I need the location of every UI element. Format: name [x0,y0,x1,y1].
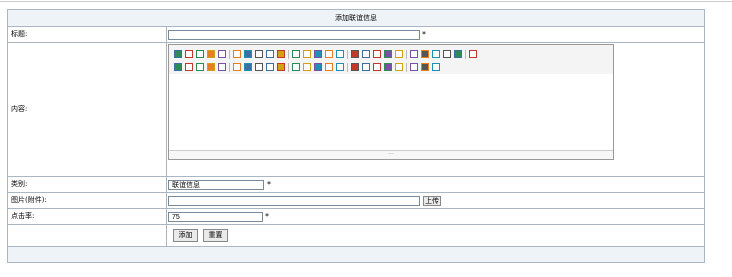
clicks-input[interactable] [168,212,263,222]
undo-icon[interactable] [185,50,193,58]
align-center-icon[interactable] [325,50,333,58]
template-icon[interactable] [233,50,241,58]
toolbar-row-1 [174,48,477,60]
source-icon[interactable] [174,50,182,58]
templates-icon[interactable] [244,50,252,58]
copy-icon[interactable] [266,50,274,58]
font-size-icon[interactable] [196,63,204,71]
editor-resize-bar[interactable]: ··· [169,150,613,159]
title-input[interactable] [168,30,420,40]
flash-icon[interactable] [314,63,322,71]
upload-button[interactable]: 上传 [423,196,441,206]
actions-label-cell [8,225,167,246]
cut-icon[interactable] [255,50,263,58]
paste-icon[interactable] [277,50,285,58]
clear-format-icon[interactable] [432,50,440,58]
align-right-icon[interactable] [336,50,344,58]
clicks-row: 点击率: * [8,209,704,225]
top-divider [0,1,732,7]
redo-icon[interactable] [196,50,204,58]
table-icon[interactable] [336,63,344,71]
heading-icon[interactable] [174,63,182,71]
cursor-icon[interactable] [454,50,462,58]
anchor-icon[interactable] [395,63,403,71]
strikethrough-icon[interactable] [266,63,274,71]
paste-text-icon[interactable] [292,50,300,58]
media-icon[interactable] [325,63,333,71]
subscript-icon[interactable] [410,50,418,58]
unordered-list-icon[interactable] [373,50,381,58]
required-mark: * [267,180,271,189]
font-color-icon[interactable] [207,63,215,71]
pagebreak-icon[interactable] [384,63,392,71]
content-label: 内容: [8,43,167,176]
add-button[interactable]: 添加 [173,229,198,242]
toolbar-separator [406,62,407,72]
category-label: 类别: [8,177,167,192]
outdent-icon[interactable] [395,50,403,58]
about-icon[interactable] [432,63,440,71]
hr-icon[interactable] [351,63,359,71]
add-info-form: 添加联谊信息 标题: * 内容: ··· 类别: 联谊信息 * 图片(附件): … [7,9,705,263]
image-input[interactable] [168,196,420,206]
bold-icon[interactable] [233,63,241,71]
paste-word-icon[interactable] [303,50,311,58]
italic-icon[interactable] [244,63,252,71]
fullscreen-icon[interactable] [469,50,477,58]
underline-icon[interactable] [255,63,263,71]
line-height-icon[interactable] [277,63,285,71]
reset-button[interactable]: 重置 [203,229,228,242]
toolbar-separator [229,62,230,72]
form-title: 添加联谊信息 [335,14,377,22]
actions-row: 添加 重置 [8,225,704,247]
image-icon[interactable] [303,63,311,71]
toolbar-row-2 [174,61,440,73]
title-row: 标题: * [8,27,704,43]
required-mark: * [422,30,426,39]
preview-icon[interactable] [207,50,215,58]
map-icon[interactable] [373,63,381,71]
title-label: 标题: [8,27,167,42]
category-row: 类别: * [8,177,704,193]
indent-icon[interactable] [384,50,392,58]
justify-icon[interactable] [351,50,359,58]
rich-text-editor[interactable]: ··· [168,44,614,160]
superscript-icon[interactable] [421,50,429,58]
toolbar-separator [347,62,348,72]
content-row: 内容: ··· [8,43,704,177]
link-icon[interactable] [410,63,418,71]
form-header: 添加联谊信息 [8,10,704,27]
image-row: 图片(附件): 上传 [8,193,704,209]
emoticon-icon[interactable] [362,63,370,71]
category-input[interactable] [168,180,264,190]
bg-color-icon[interactable] [218,63,226,71]
font-family-icon[interactable] [185,63,193,71]
required-mark: * [265,212,269,221]
clicks-label: 点击率: [8,209,167,224]
toolbar-separator [288,62,289,72]
image-label: 图片(附件): [8,193,167,208]
form-footer [8,247,704,262]
align-left-icon[interactable] [314,50,322,58]
unlink-icon[interactable] [421,63,429,71]
resize-handle[interactable]: ··· [388,151,394,158]
toolbar-separator [288,49,289,59]
ordered-list-icon[interactable] [362,50,370,58]
editor-toolbar [169,45,613,74]
toolbar-separator [347,49,348,59]
print-icon[interactable] [218,50,226,58]
toolbar-separator [406,49,407,59]
toolbar-separator [465,49,466,59]
toolbar-separator [229,49,230,59]
select-all-icon[interactable] [443,50,451,58]
remove-format-icon[interactable] [292,63,300,71]
